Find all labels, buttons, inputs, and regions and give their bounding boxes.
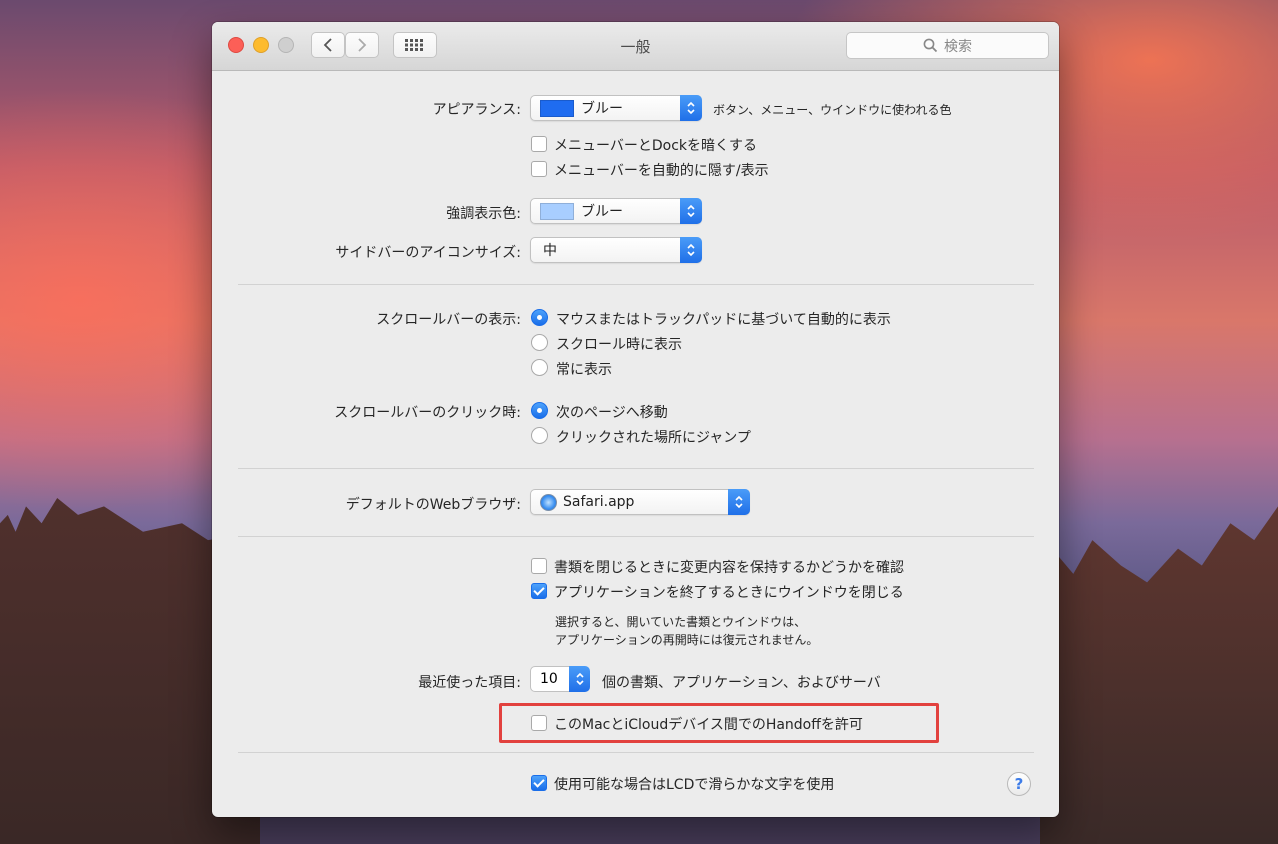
search-field[interactable]: 検索 (846, 32, 1049, 59)
appearance-popup[interactable]: ブルー (530, 95, 702, 121)
highlight-color-label: 強調表示色: (446, 206, 521, 222)
dark-menu-label: メニューバーとDockを暗くする (554, 138, 758, 154)
scroll-click-next-page-label: 次のページへ移動 (556, 405, 668, 421)
help-icon: ? (1014, 775, 1024, 793)
separator (238, 284, 1034, 285)
appearance-swatch (540, 99, 574, 117)
scrollbars-auto-label: マウスまたはトラックパッドに基づいて自動的に表示 (556, 312, 891, 328)
sidebar-icon-size-value: 中 (543, 243, 557, 259)
handoff-label: このMacとiCloudデバイス間でのHandoffを許可 (554, 717, 863, 733)
popup-arrows-icon (728, 489, 750, 515)
popup-arrows-icon (680, 198, 702, 224)
general-preferences-window: 一般 検索 アピアランス: ブルー ボタン、メニュー、ウインドウに使われる色 メ… (212, 22, 1059, 817)
ask-keep-changes-label: 書類を閉じるときに変更内容を保持するかどうかを確認 (554, 560, 904, 576)
popup-arrows-icon (569, 666, 590, 692)
highlight-value: ブルー (581, 204, 623, 220)
separator (238, 468, 1034, 469)
lcd-smoothing-checkbox[interactable] (531, 775, 547, 791)
appearance-label: アピアランス: (432, 102, 521, 118)
popup-arrows-icon (680, 95, 702, 121)
dark-menu-checkbox[interactable] (531, 136, 547, 152)
scroll-click-jump-radio[interactable] (531, 427, 548, 444)
sidebar-icon-size-label: サイドバーのアイコンサイズ: (335, 245, 521, 261)
sidebar-icon-size-popup[interactable]: 中 (530, 237, 702, 263)
close-windows-label: アプリケーションを終了するときにウインドウを閉じる (554, 585, 904, 601)
popup-arrows-icon (680, 237, 702, 263)
scrollbars-always-radio[interactable] (531, 359, 548, 376)
wallpaper-mountain-right (1040, 506, 1278, 844)
scrollbars-always-label: 常に表示 (556, 362, 612, 378)
appearance-description: ボタン、メニュー、ウインドウに使われる色 (713, 103, 952, 117)
separator (238, 752, 1034, 753)
default-browser-value: Safari.app (563, 494, 635, 510)
close-windows-note-line1: 選択すると、開いていた書類とウインドウは、 (555, 615, 807, 629)
search-placeholder: 検索 (944, 38, 972, 55)
lcd-smoothing-label: 使用可能な場合はLCDで滑らかな文字を使用 (554, 777, 835, 793)
titlebar: 一般 検索 (212, 22, 1059, 71)
scrollbars-auto-radio[interactable] (531, 309, 548, 326)
help-button[interactable]: ? (1007, 772, 1031, 796)
highlight-color-popup[interactable]: ブルー (530, 198, 702, 224)
scrollbars-scrolling-label: スクロール時に表示 (556, 337, 682, 353)
close-windows-checkbox[interactable] (531, 583, 547, 599)
default-browser-popup[interactable]: Safari.app (530, 489, 750, 515)
recent-items-suffix: 個の書類、アプリケーション、およびサーバ (602, 675, 881, 691)
appearance-value: ブルー (581, 101, 623, 117)
recent-items-popup[interactable]: 10 (530, 666, 590, 692)
close-windows-note-line2: アプリケーションの再開時には復元されません。 (555, 633, 819, 647)
scrollbars-scrolling-radio[interactable] (531, 334, 548, 351)
highlight-swatch (540, 202, 574, 220)
autohide-menu-checkbox[interactable] (531, 161, 547, 177)
ask-keep-changes-checkbox[interactable] (531, 558, 547, 574)
scroll-click-jump-label: クリックされた場所にジャンプ (556, 430, 751, 446)
default-browser-label: デフォルトのWebブラウザ: (345, 497, 521, 513)
handoff-checkbox[interactable] (531, 715, 547, 731)
show-scrollbars-label: スクロールバーの表示: (376, 312, 521, 328)
safari-icon (540, 493, 557, 511)
search-icon (923, 38, 938, 53)
scroll-click-next-page-radio[interactable] (531, 402, 548, 419)
recent-items-value: 10 (530, 666, 570, 692)
autohide-menu-label: メニューバーを自動的に隠す/表示 (554, 163, 769, 179)
recent-items-label: 最近使った項目: (418, 675, 521, 691)
separator (238, 536, 1034, 537)
scroll-click-label: スクロールバーのクリック時: (334, 405, 521, 421)
